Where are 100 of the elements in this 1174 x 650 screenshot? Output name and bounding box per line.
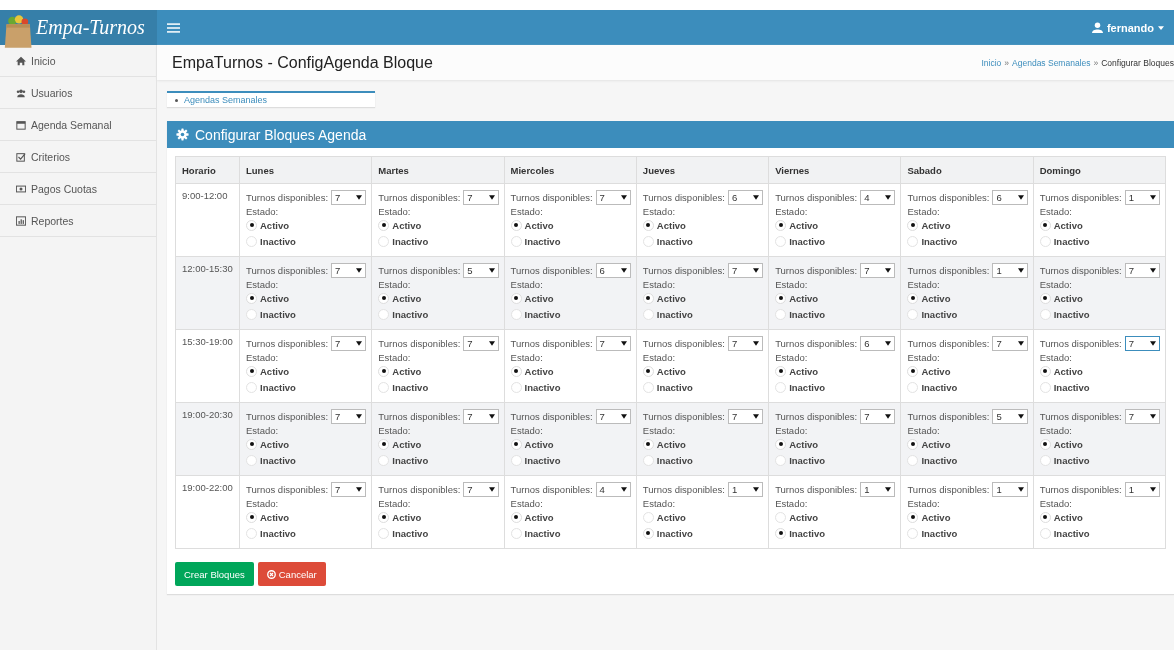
select-field[interactable]: 1 bbox=[1124, 190, 1160, 205]
radio-button[interactable] bbox=[907, 219, 919, 231]
radio-button[interactable] bbox=[1039, 219, 1051, 231]
radio-label[interactable]: Activo bbox=[524, 511, 554, 523]
radio-button[interactable] bbox=[246, 292, 257, 304]
select-field[interactable]: 7 bbox=[463, 336, 499, 351]
radio-button[interactable] bbox=[378, 454, 390, 466]
radio-label[interactable]: Activo bbox=[1053, 438, 1083, 450]
radio-button[interactable] bbox=[510, 381, 522, 393]
radio-button[interactable] bbox=[1039, 235, 1051, 247]
radio-label[interactable]: Activo bbox=[921, 365, 951, 377]
radio-button[interactable] bbox=[378, 438, 390, 450]
radio-button[interactable] bbox=[642, 381, 654, 393]
radio-label[interactable]: Activo bbox=[656, 292, 686, 304]
radio-label[interactable]: Inactivo bbox=[789, 381, 826, 393]
radio-button[interactable] bbox=[907, 438, 919, 450]
radio-button[interactable] bbox=[642, 438, 654, 450]
radio-button[interactable] bbox=[775, 527, 787, 539]
radio-label[interactable]: Inactivo bbox=[260, 235, 296, 247]
radio-label[interactable]: Activo bbox=[921, 438, 951, 450]
radio-label[interactable]: Inactivo bbox=[1053, 308, 1090, 320]
radio-label[interactable]: Inactivo bbox=[1053, 235, 1090, 247]
radio-label[interactable]: Activo bbox=[1053, 365, 1083, 377]
sidebar-item[interactable]: Pagos Cuotas bbox=[0, 173, 156, 205]
select-field[interactable]: 7 bbox=[331, 409, 367, 424]
radio-button[interactable] bbox=[642, 454, 654, 466]
select-field[interactable]: 7 bbox=[992, 336, 1028, 351]
radio-button[interactable] bbox=[246, 527, 257, 539]
select-field[interactable]: 7 bbox=[331, 190, 367, 205]
radio-button[interactable] bbox=[642, 365, 654, 377]
radio-button[interactable] bbox=[510, 235, 522, 247]
radio-label[interactable]: Inactivo bbox=[921, 381, 958, 393]
radio-button[interactable] bbox=[1039, 511, 1051, 523]
radio-label[interactable]: Activo bbox=[921, 219, 951, 231]
select-field[interactable]: 4 bbox=[860, 190, 896, 205]
radio-label[interactable]: Inactivo bbox=[1053, 381, 1090, 393]
radio-button[interactable] bbox=[246, 365, 257, 377]
radio-label[interactable]: Inactivo bbox=[789, 527, 826, 539]
select-field[interactable]: 7 bbox=[595, 409, 631, 424]
select-field[interactable]: 1 bbox=[727, 482, 764, 497]
radio-button[interactable] bbox=[378, 308, 390, 320]
radio-label[interactable]: Inactivo bbox=[921, 527, 958, 539]
radio-label[interactable]: Activo bbox=[1053, 511, 1083, 523]
breadcrumb-link[interactable]: Agendas Semanales bbox=[1012, 57, 1091, 68]
radio-label[interactable]: Activo bbox=[921, 292, 951, 304]
select-field[interactable]: 7 bbox=[727, 336, 764, 351]
radio-button[interactable] bbox=[1039, 365, 1051, 377]
radio-button[interactable] bbox=[510, 454, 522, 466]
radio-button[interactable] bbox=[1039, 454, 1051, 466]
radio-label[interactable]: Inactivo bbox=[524, 527, 561, 539]
radio-label[interactable]: Activo bbox=[392, 511, 422, 523]
radio-button[interactable] bbox=[510, 219, 522, 231]
radio-label[interactable]: Inactivo bbox=[524, 235, 561, 247]
radio-button[interactable] bbox=[642, 511, 654, 523]
radio-button[interactable] bbox=[246, 511, 257, 523]
radio-label[interactable]: Activo bbox=[656, 438, 686, 450]
radio-label[interactable]: Inactivo bbox=[1053, 454, 1090, 466]
select-field[interactable]: 7 bbox=[331, 263, 367, 278]
radio-button[interactable] bbox=[642, 292, 654, 304]
radio-button[interactable] bbox=[907, 381, 919, 393]
radio-label[interactable]: Inactivo bbox=[789, 454, 826, 466]
radio-label[interactable]: Inactivo bbox=[524, 381, 561, 393]
radio-label[interactable]: Inactivo bbox=[392, 381, 429, 393]
radio-button[interactable] bbox=[246, 219, 257, 231]
radio-button[interactable] bbox=[775, 219, 787, 231]
radio-label[interactable]: Activo bbox=[789, 511, 819, 523]
select-field[interactable]: 7 bbox=[727, 263, 764, 278]
select-field[interactable]: 7 bbox=[1124, 336, 1160, 351]
radio-label[interactable]: Inactivo bbox=[392, 235, 429, 247]
radio-label[interactable]: Activo bbox=[260, 292, 290, 304]
select-field[interactable]: 5 bbox=[992, 409, 1028, 424]
radio-label[interactable]: Activo bbox=[789, 219, 819, 231]
radio-button[interactable] bbox=[775, 511, 787, 523]
subnav-link[interactable]: Agendas Semanales bbox=[184, 95, 268, 105]
radio-label[interactable]: Inactivo bbox=[260, 308, 296, 320]
select-field[interactable]: 7 bbox=[860, 263, 896, 278]
radio-label[interactable]: Inactivo bbox=[1053, 527, 1090, 539]
radio-button[interactable] bbox=[378, 527, 390, 539]
radio-label[interactable]: Inactivo bbox=[656, 454, 693, 466]
select-field[interactable]: 7 bbox=[463, 409, 499, 424]
radio-button[interactable] bbox=[775, 292, 787, 304]
radio-label[interactable]: Activo bbox=[392, 292, 422, 304]
select-field[interactable]: 1 bbox=[860, 482, 896, 497]
caret-icon[interactable] bbox=[1158, 25, 1164, 30]
radio-button[interactable] bbox=[246, 454, 257, 466]
radio-button[interactable] bbox=[1039, 381, 1051, 393]
radio-label[interactable]: Activo bbox=[789, 292, 819, 304]
radio-label[interactable]: Inactivo bbox=[524, 454, 561, 466]
radio-label[interactable]: Inactivo bbox=[656, 381, 693, 393]
sidebar-item[interactable]: Agenda Semanal bbox=[0, 109, 156, 141]
radio-button[interactable] bbox=[246, 235, 257, 247]
radio-label[interactable]: Activo bbox=[1053, 219, 1083, 231]
cancel-button[interactable]: Cancelar bbox=[257, 562, 326, 586]
radio-label[interactable]: Inactivo bbox=[656, 308, 693, 320]
radio-button[interactable] bbox=[510, 292, 522, 304]
radio-button[interactable] bbox=[510, 527, 522, 539]
radio-button[interactable] bbox=[246, 438, 257, 450]
radio-button[interactable] bbox=[510, 511, 522, 523]
radio-button[interactable] bbox=[642, 527, 654, 539]
select-field[interactable]: 6 bbox=[595, 263, 631, 278]
